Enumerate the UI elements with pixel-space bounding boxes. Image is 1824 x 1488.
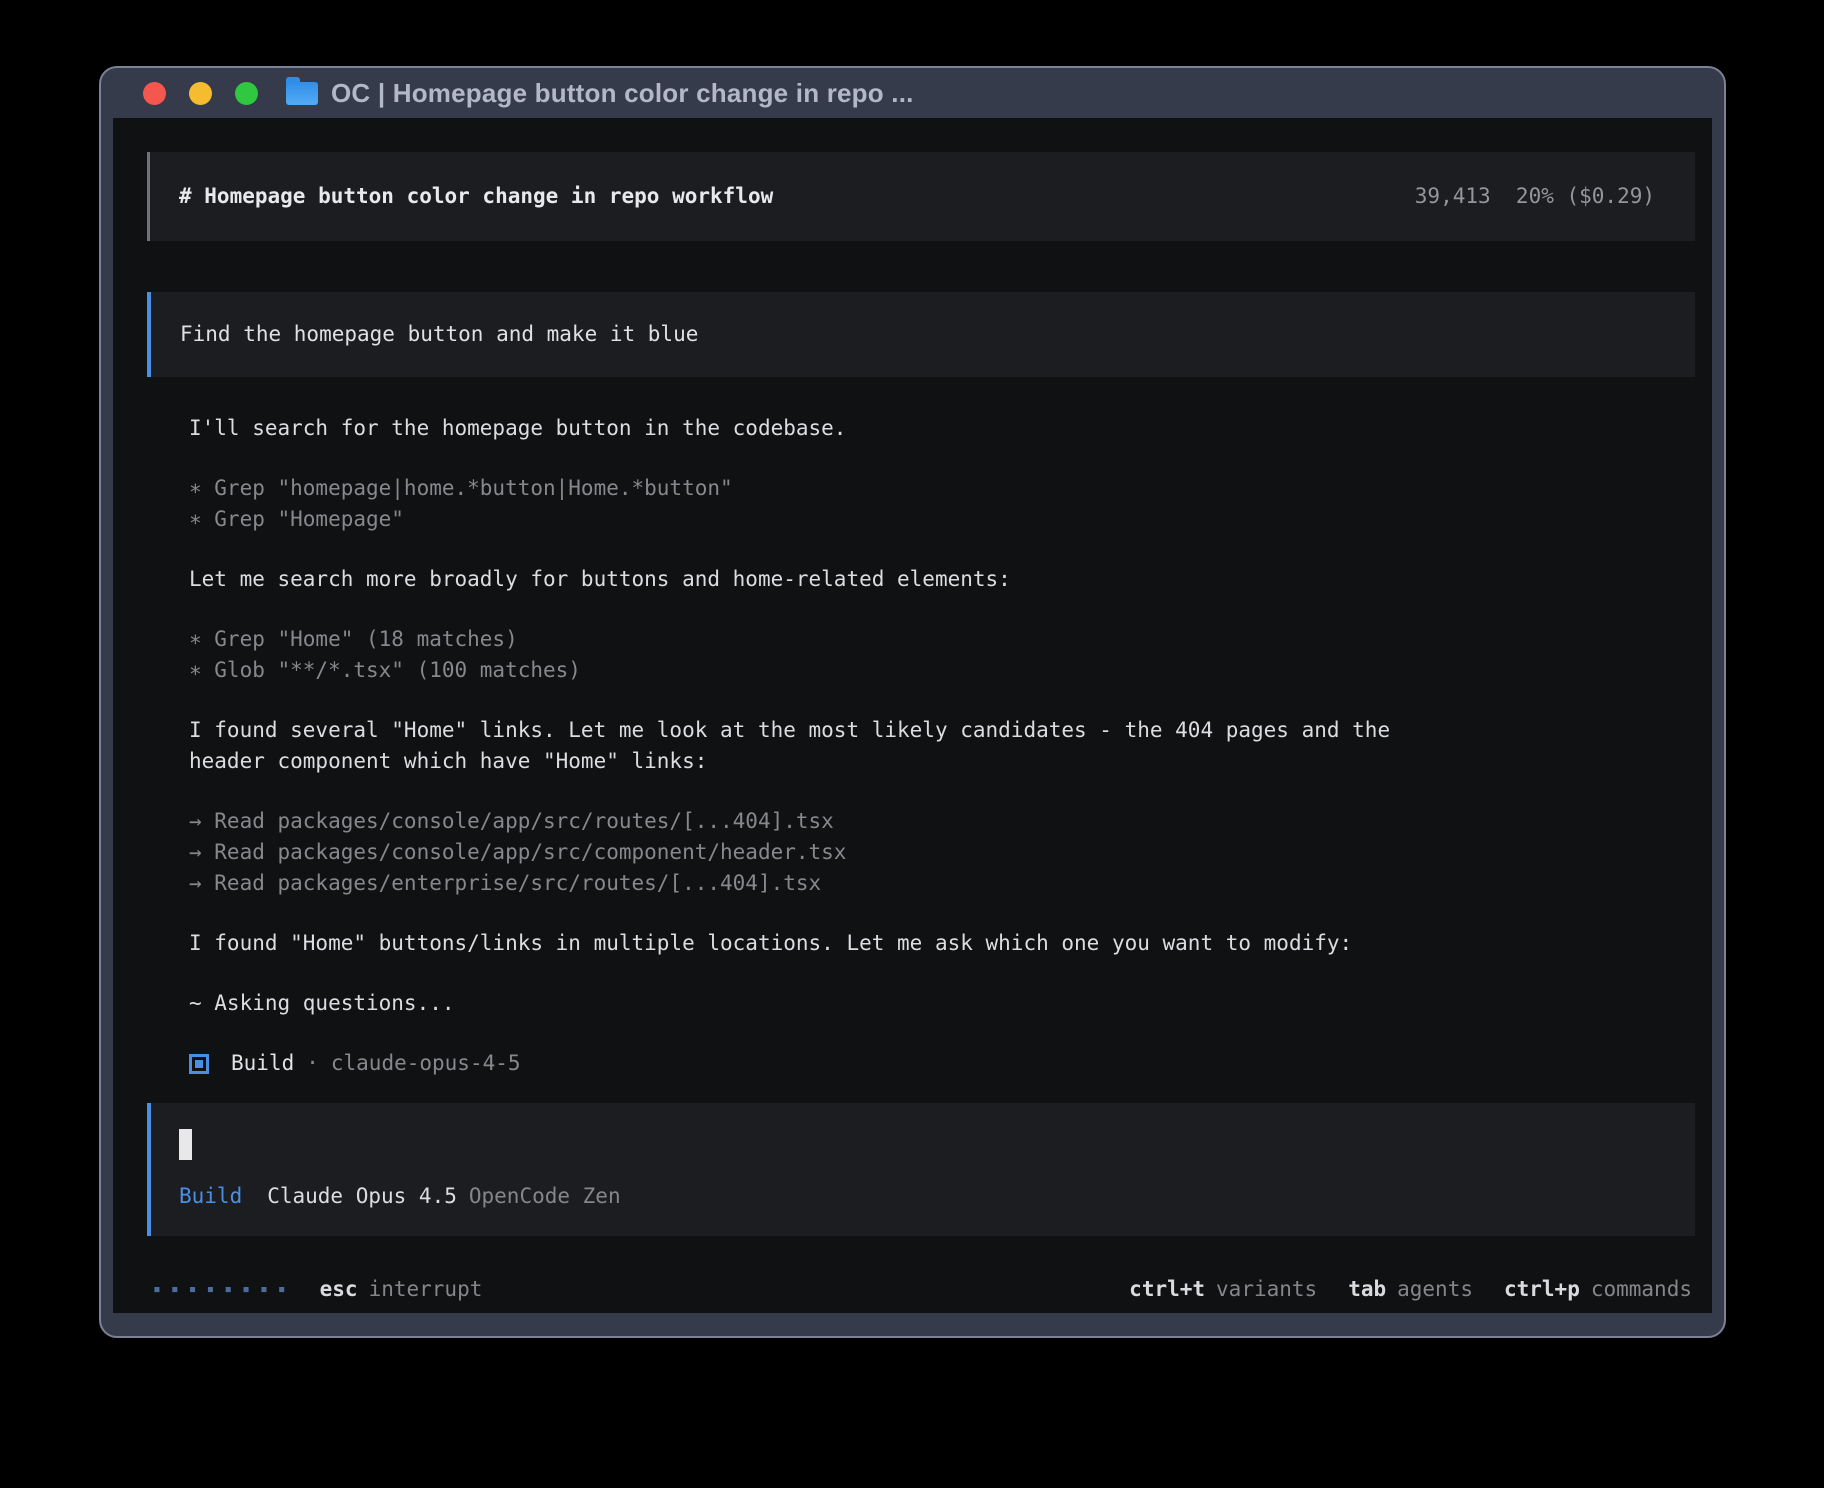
shortcut-key: esc [320, 1274, 358, 1305]
shortcut-label: commands [1591, 1274, 1692, 1305]
minimize-button[interactable] [189, 82, 212, 105]
right-shortcuts: ctrl+t variants tab agents ctrl+p comman… [1129, 1274, 1692, 1305]
shortcut-agents: tab agents [1348, 1274, 1473, 1305]
asking-questions-status: ~ Asking questions... [189, 988, 1439, 1019]
conversation: I'll search for the homepage button in t… [189, 413, 1439, 1079]
text-cursor [179, 1129, 192, 1160]
shortcut-key: ctrl+p [1504, 1274, 1580, 1305]
shortcut-key: ctrl+t [1129, 1274, 1205, 1305]
shortcut-label: variants [1216, 1274, 1317, 1305]
shortcut-interrupt: esc interrupt [320, 1274, 483, 1305]
assistant-text: I found "Home" buttons/links in multiple… [189, 928, 1439, 959]
tool-call-glob: ∗ Glob "**/*.tsx" (100 matches) [189, 655, 1439, 686]
tool-call-read: → Read packages/enterprise/src/routes/[.… [189, 868, 1439, 899]
window-title: OC | Homepage button color change in rep… [331, 78, 914, 109]
session-header: # Homepage button color change in repo w… [147, 152, 1695, 241]
input-footer: Build Claude Opus 4.5 OpenCode Zen [179, 1181, 1667, 1212]
status-bar: ▪▪▪▪▪▪▪▪ esc interrupt ctrl+t variants t… [113, 1274, 1712, 1305]
shortcut-key: tab [1348, 1274, 1386, 1305]
title-bar: OC | Homepage button color change in rep… [101, 68, 1724, 118]
tool-call-read: → Read packages/console/app/src/routes/[… [189, 806, 1439, 837]
session-title: # Homepage button color change in repo w… [179, 181, 773, 212]
zoom-button[interactable] [235, 82, 258, 105]
tool-call-grep: ∗ Grep "Home" (18 matches) [189, 624, 1439, 655]
agent-selector-label[interactable]: Build [179, 1181, 242, 1212]
agent-model: claude-opus-4-5 [331, 1048, 521, 1079]
assistant-text: Let me search more broadly for buttons a… [189, 564, 1439, 595]
prompt-input[interactable]: Build Claude Opus 4.5 OpenCode Zen [147, 1103, 1695, 1236]
spinner-dots-icon: ▪▪▪▪▪▪▪▪ [153, 1274, 296, 1305]
assistant-text: I'll search for the homepage button in t… [189, 413, 1439, 444]
folder-icon [286, 82, 318, 105]
tool-call-read: → Read packages/console/app/src/componen… [189, 837, 1439, 868]
terminal-content: # Homepage button color change in repo w… [113, 118, 1712, 1313]
agent-separator: · [306, 1048, 319, 1079]
user-message-text: Find the homepage button and make it blu… [180, 322, 698, 346]
traffic-lights [143, 82, 258, 105]
shortcut-label: interrupt [369, 1274, 483, 1305]
shortcut-variants: ctrl+t variants [1129, 1274, 1317, 1305]
tool-call-grep: ∗ Grep "Homepage" [189, 504, 1439, 535]
agent-status-row: Build · claude-opus-4-5 [189, 1048, 1439, 1079]
user-message: Find the homepage button and make it blu… [147, 292, 1695, 377]
window-title-group: OC | Homepage button color change in rep… [286, 78, 914, 109]
session-stats: 39,413 20% ($0.29) [1415, 181, 1655, 212]
agent-name: Build [231, 1048, 294, 1079]
shortcut-label: agents [1397, 1274, 1473, 1305]
shortcut-commands: ctrl+p commands [1504, 1274, 1692, 1305]
model-label: Claude Opus 4.5 [267, 1181, 457, 1212]
terminal-window: OC | Homepage button color change in rep… [99, 66, 1726, 1338]
tool-call-grep: ∗ Grep "homepage|home.*button|Home.*butt… [189, 473, 1439, 504]
build-agent-icon [189, 1054, 209, 1074]
assistant-text: I found several "Home" links. Let me loo… [189, 715, 1439, 777]
close-button[interactable] [143, 82, 166, 105]
provider-label: OpenCode Zen [469, 1181, 621, 1212]
